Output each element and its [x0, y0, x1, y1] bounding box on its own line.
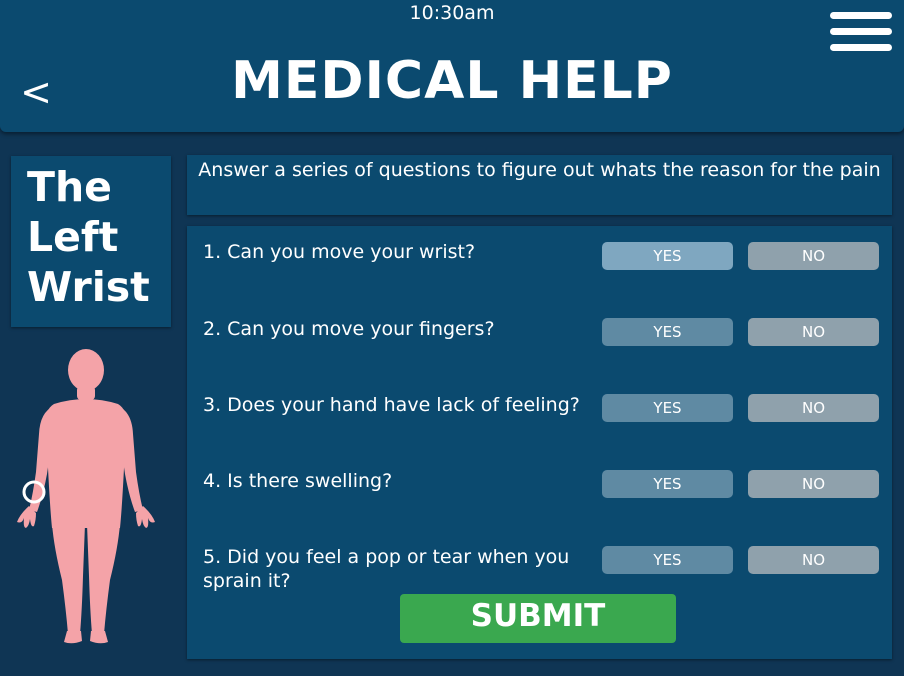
status-time: 10:30am	[409, 2, 495, 24]
question-4-no-button[interactable]: NO	[748, 470, 879, 498]
question-4-text: 4. Is there swelling?	[203, 470, 393, 492]
page-title: MEDICAL HELP	[231, 51, 673, 111]
question-3-yes-button[interactable]: YES	[602, 394, 733, 422]
body-part-title-line: Wrist	[27, 263, 150, 311]
hamburger-menu-icon[interactable]	[830, 12, 892, 54]
question-5-text: 5. Did you feel a pop or tear when you s…	[203, 546, 570, 592]
body-part-title-line: Left	[27, 213, 119, 261]
question-3-text: 3. Does your hand have lack of feeling?	[203, 394, 580, 416]
question-1-text: 1. Can you move your wrist?	[203, 241, 476, 263]
question-4-yes-button[interactable]: YES	[602, 470, 733, 498]
question-2-no-button[interactable]: NO	[748, 318, 879, 346]
submit-button[interactable]: SUBMIT	[400, 594, 676, 643]
question-2-text: 2. Can you move your fingers?	[203, 318, 495, 340]
instruction-panel: Answer a series of questions to figure o…	[187, 155, 892, 215]
question-5-yes-button[interactable]: YES	[602, 546, 733, 574]
body-part-panel: The Left Wrist	[11, 156, 171, 327]
question-1-no-button[interactable]: NO	[748, 242, 879, 270]
instruction-text: Answer a series of questions to figure o…	[198, 159, 881, 181]
question-3-no-button[interactable]: NO	[748, 394, 879, 422]
menu-line	[830, 44, 892, 51]
question-1-yes-button[interactable]: YES	[602, 242, 733, 270]
question-2-yes-button[interactable]: YES	[602, 318, 733, 346]
menu-line	[830, 28, 892, 35]
body-part-title-line: The	[27, 163, 112, 211]
question-5-no-button[interactable]: NO	[748, 546, 879, 574]
human-body-figure	[17, 349, 155, 644]
body-part-title: The Left Wrist	[27, 162, 167, 312]
header-bar: 10:30am < MEDICAL HELP	[0, 0, 904, 132]
app-screen: 10:30am < MEDICAL HELP The Left Wrist An…	[0, 0, 904, 676]
menu-line	[830, 12, 892, 19]
